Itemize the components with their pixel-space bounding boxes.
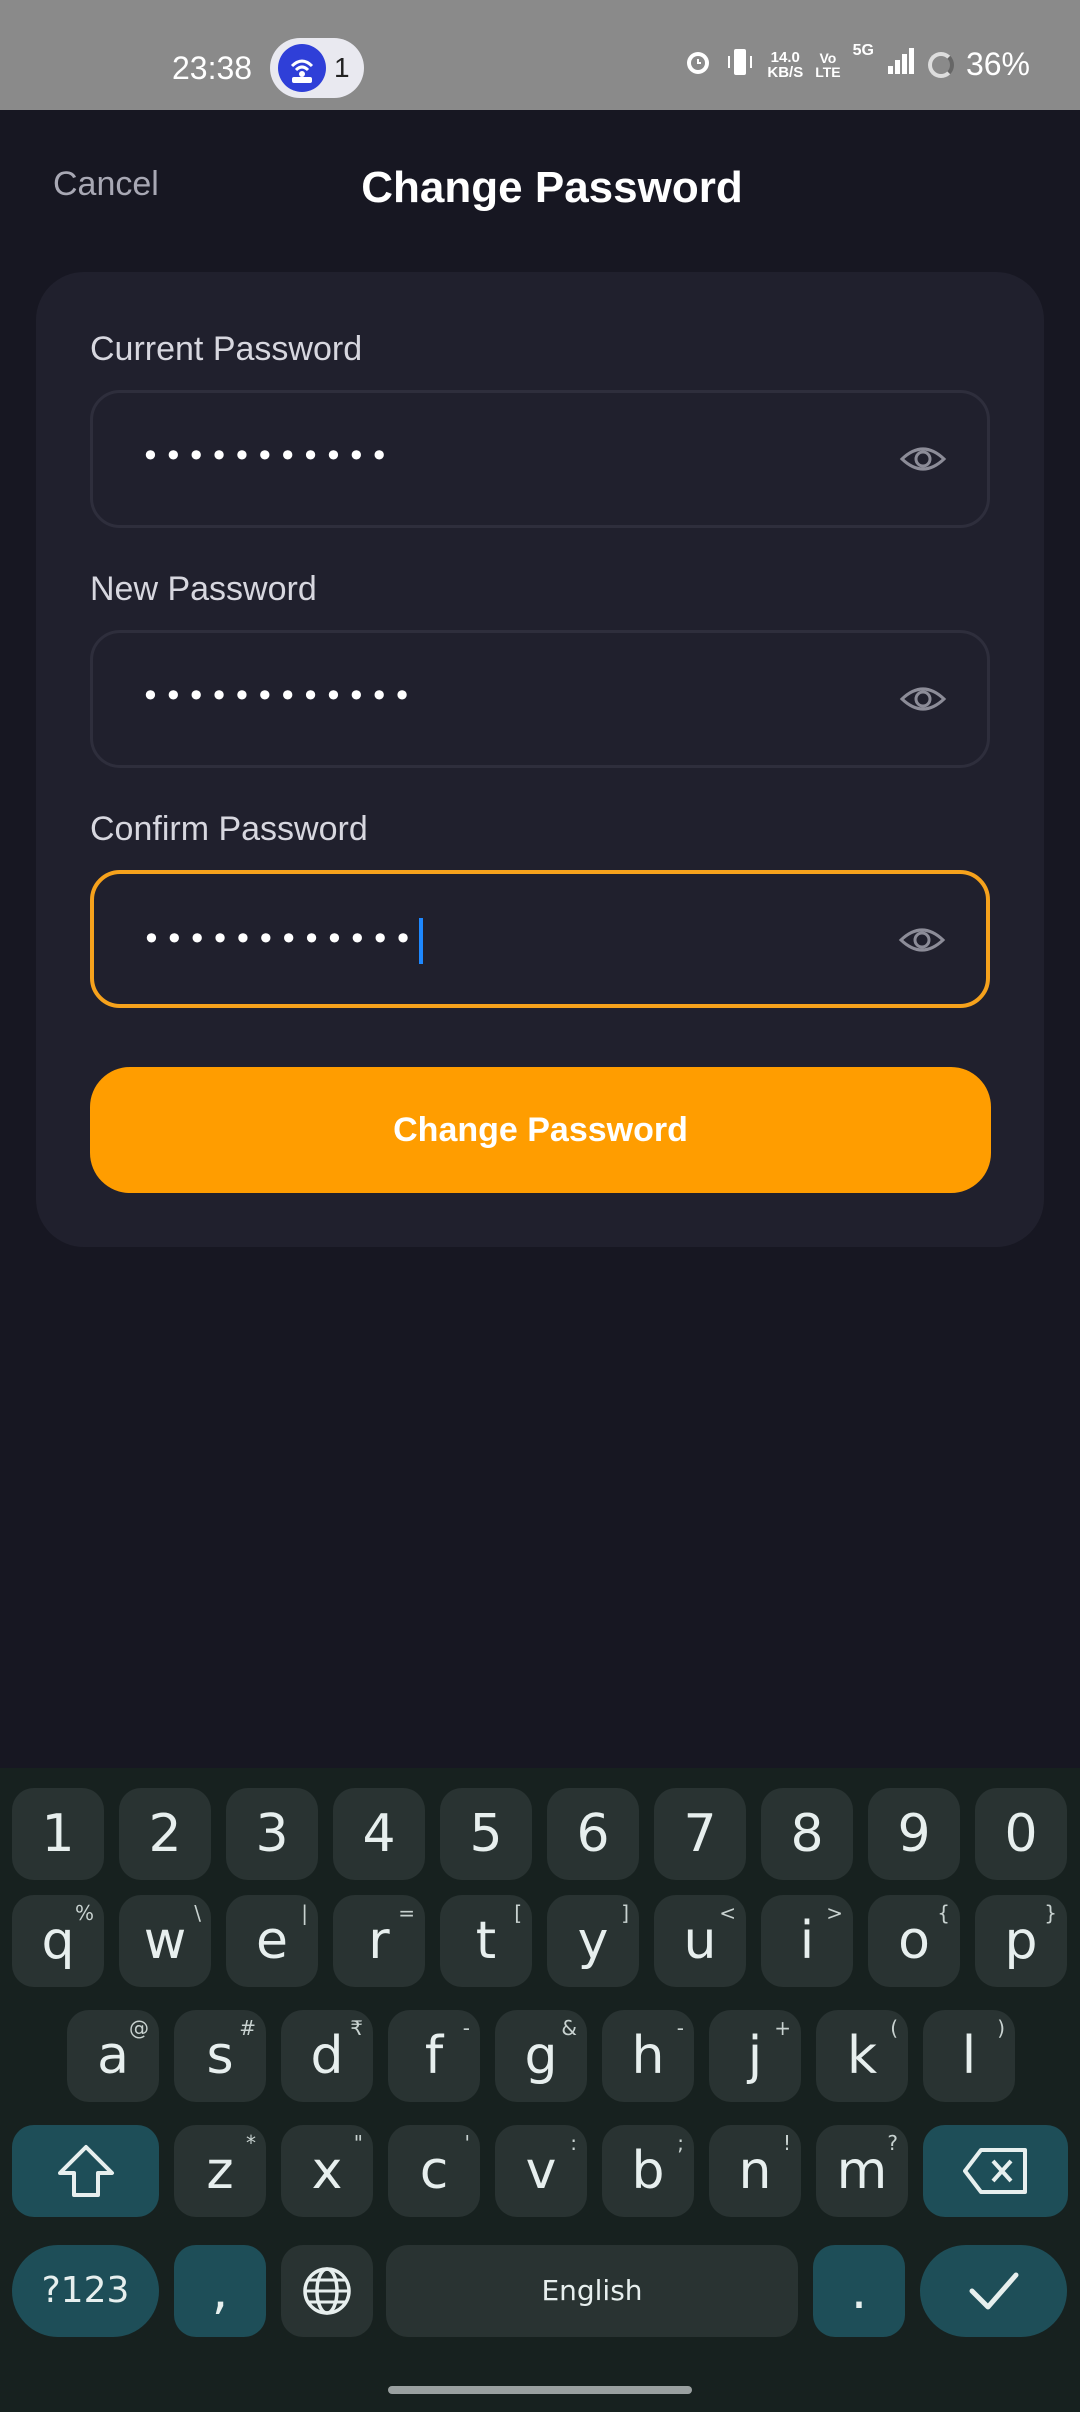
status-bar: 23:38 1 14.0 KB/S Vo LTE 5G 36% bbox=[0, 0, 1080, 110]
show-password-icon[interactable] bbox=[898, 924, 946, 956]
show-password-icon[interactable] bbox=[899, 443, 947, 475]
key-o[interactable]: o{ bbox=[868, 1895, 960, 1987]
language-key[interactable] bbox=[281, 2245, 373, 2337]
vibrate-icon bbox=[725, 46, 755, 83]
wifi-hotspot-icon bbox=[278, 44, 326, 92]
key-j[interactable]: j + bbox=[709, 2010, 801, 2102]
key-z[interactable]: z * bbox=[174, 2125, 266, 2217]
status-time: 23:38 bbox=[172, 50, 253, 86]
key-g[interactable]: g & bbox=[495, 2010, 587, 2102]
battery-percent: 36% bbox=[965, 46, 1030, 82]
key-h[interactable]: h- bbox=[602, 2010, 694, 2102]
key-y[interactable]: y] bbox=[547, 1895, 639, 1987]
comma-key[interactable]: , bbox=[174, 2245, 266, 2337]
signal-icon bbox=[886, 48, 916, 81]
key-a[interactable]: a @ bbox=[67, 2010, 159, 2102]
key-l[interactable]: l) bbox=[923, 2010, 1015, 2102]
net-speed: 14.0 KB/S bbox=[767, 48, 804, 81]
page-title: Change Password bbox=[361, 163, 743, 212]
key-f[interactable]: f- bbox=[388, 2010, 480, 2102]
key-d[interactable]: d ₹ bbox=[281, 2010, 373, 2102]
backspace-icon bbox=[962, 2148, 1027, 2194]
space-key[interactable]: English bbox=[386, 2245, 798, 2337]
change-password-button[interactable]: Change Password bbox=[90, 1067, 991, 1193]
key-c[interactable]: c ' bbox=[388, 2125, 480, 2217]
confirm-password-value: •••••••••••• bbox=[142, 918, 423, 964]
alarm-icon bbox=[683, 47, 713, 82]
globe-icon bbox=[303, 2267, 351, 2315]
key-u[interactable]: u < bbox=[654, 1895, 746, 1987]
soft-keyboard: 1 2 3 4 5 6 7 8 9 0 q% w \ e | r = t[ y] u <… bbox=[0, 1768, 1080, 2412]
hotspot-notification-pill[interactable]: 1 bbox=[270, 38, 364, 98]
key-m[interactable]: m? bbox=[816, 2125, 908, 2217]
key-n[interactable]: n! bbox=[709, 2125, 801, 2217]
key-q[interactable]: q% bbox=[12, 1895, 104, 1987]
confirm-password-label: Confirm Password bbox=[90, 810, 368, 848]
key-v[interactable]: v: bbox=[495, 2125, 587, 2217]
key-r[interactable]: r = bbox=[333, 1895, 425, 1987]
show-password-icon[interactable] bbox=[899, 683, 947, 715]
key-k[interactable]: k( bbox=[816, 2010, 908, 2102]
key-x[interactable]: x " bbox=[281, 2125, 373, 2217]
period-key[interactable]: . bbox=[813, 2245, 905, 2337]
symbols-key[interactable]: ?123 bbox=[12, 2245, 159, 2337]
done-key[interactable] bbox=[920, 2245, 1067, 2337]
key-w[interactable]: w \ bbox=[119, 1895, 211, 1987]
battery-icon bbox=[927, 51, 954, 78]
status-icons: 14.0 KB/S Vo LTE 5G 36% bbox=[683, 42, 1030, 83]
new-password-value: •••••••••••• bbox=[141, 677, 416, 715]
key-p[interactable]: p} bbox=[975, 1895, 1067, 1987]
key-t[interactable]: t[ bbox=[440, 1895, 532, 1987]
shift-key[interactable] bbox=[12, 2125, 159, 2217]
check-icon bbox=[969, 2272, 1018, 2310]
notification-count: 1 bbox=[334, 52, 350, 83]
shift-icon bbox=[57, 2145, 114, 2197]
current-password-value: ••••••••••• bbox=[141, 437, 393, 475]
new-password-field[interactable]: •••••••••••• bbox=[90, 630, 990, 768]
network-type: 5G bbox=[852, 42, 874, 59]
key-s[interactable]: s # bbox=[174, 2010, 266, 2102]
key-b[interactable]: b; bbox=[602, 2125, 694, 2217]
text-cursor bbox=[418, 918, 423, 964]
new-password-label: New Password bbox=[90, 570, 317, 608]
home-indicator[interactable] bbox=[388, 2386, 692, 2394]
key-e[interactable]: e | bbox=[226, 1895, 318, 1987]
current-password-label: Current Password bbox=[90, 330, 363, 368]
current-password-field[interactable]: ••••••••••• bbox=[90, 390, 990, 528]
key-i[interactable]: i > bbox=[761, 1895, 853, 1987]
volte-indicator: Vo LTE bbox=[815, 49, 841, 80]
confirm-password-field[interactable]: •••••••••••• bbox=[90, 870, 990, 1008]
backspace-key[interactable] bbox=[923, 2125, 1068, 2217]
